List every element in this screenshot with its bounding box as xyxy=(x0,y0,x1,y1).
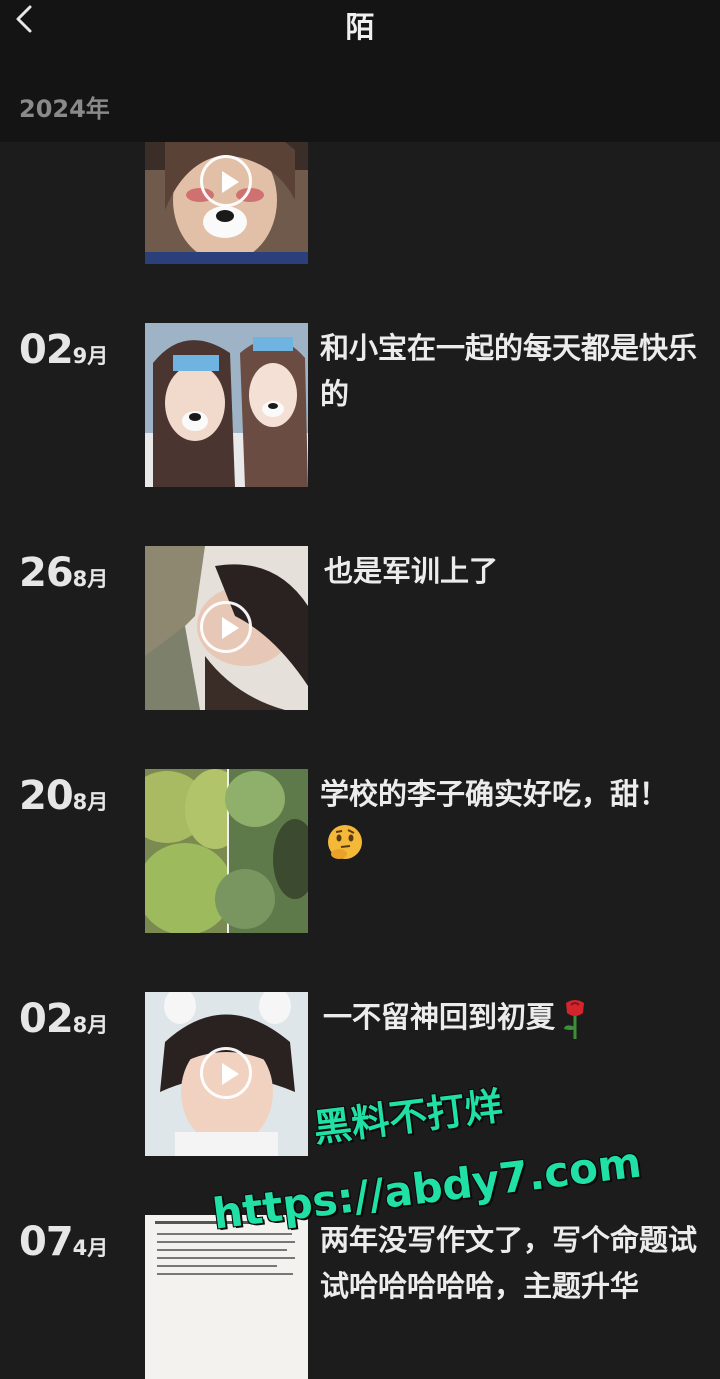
post-day: 02 xyxy=(19,327,74,373)
post-caption: 一不留神回到初夏 xyxy=(323,994,708,1040)
post-date: 029月 xyxy=(19,327,108,373)
post-month: 8月 xyxy=(72,567,109,591)
post-caption: 两年没写作文了，写个命题试试哈哈哈哈哈，主题升华 xyxy=(320,1223,698,1303)
post-day: 26 xyxy=(19,550,74,596)
page-title: 陌 xyxy=(345,10,375,44)
post-month: 4月 xyxy=(72,1236,109,1260)
top-bar: 陌 2024年 xyxy=(0,0,720,142)
year-label: 2024年 xyxy=(19,95,110,123)
list-item[interactable]: 029月 和小宝在一起的每天都是快乐的 xyxy=(0,323,720,487)
list-item[interactable]: 074月 两年没写作文了，写个命题试试哈哈哈哈哈，主题升华 xyxy=(0,1215,720,1379)
post-caption: 学校的李子确实好吃，甜！ xyxy=(320,771,705,863)
post-date: 208月 xyxy=(19,773,108,819)
post-caption: 也是军训上了 xyxy=(324,554,499,588)
post-day: 07 xyxy=(19,1219,74,1265)
play-icon[interactable] xyxy=(200,155,252,207)
post-date: 074月 xyxy=(19,1219,108,1265)
post-caption-text: 学校的李子确实好吃，甜！ xyxy=(320,777,669,811)
thinking-face-icon xyxy=(328,825,362,859)
post-thumbnail[interactable] xyxy=(145,546,308,710)
post-thumbnail[interactable] xyxy=(145,323,308,487)
list-item[interactable]: 208月 学校的李子确实好吃，甜！ xyxy=(0,769,720,933)
post-date: 268月 xyxy=(19,550,108,596)
post-month: 8月 xyxy=(72,1013,109,1037)
post-month: 9月 xyxy=(72,344,109,368)
post-caption-text: 一不留神回到初夏 xyxy=(323,1000,556,1034)
post-thumbnail[interactable] xyxy=(145,992,308,1156)
post-day: 02 xyxy=(19,996,74,1042)
play-icon[interactable] xyxy=(200,1047,252,1099)
rose-icon xyxy=(564,1000,585,1039)
play-icon[interactable] xyxy=(200,601,252,653)
post-date: 028月 xyxy=(19,996,108,1042)
post-thumbnail[interactable] xyxy=(145,769,308,933)
post-thumbnail[interactable] xyxy=(145,1215,308,1379)
list-item[interactable]: 268月 也是军训上了 xyxy=(0,546,720,710)
post-month: 8月 xyxy=(72,790,109,814)
post-day: 20 xyxy=(19,773,74,819)
post-caption: 和小宝在一起的每天都是快乐的 xyxy=(320,331,698,411)
